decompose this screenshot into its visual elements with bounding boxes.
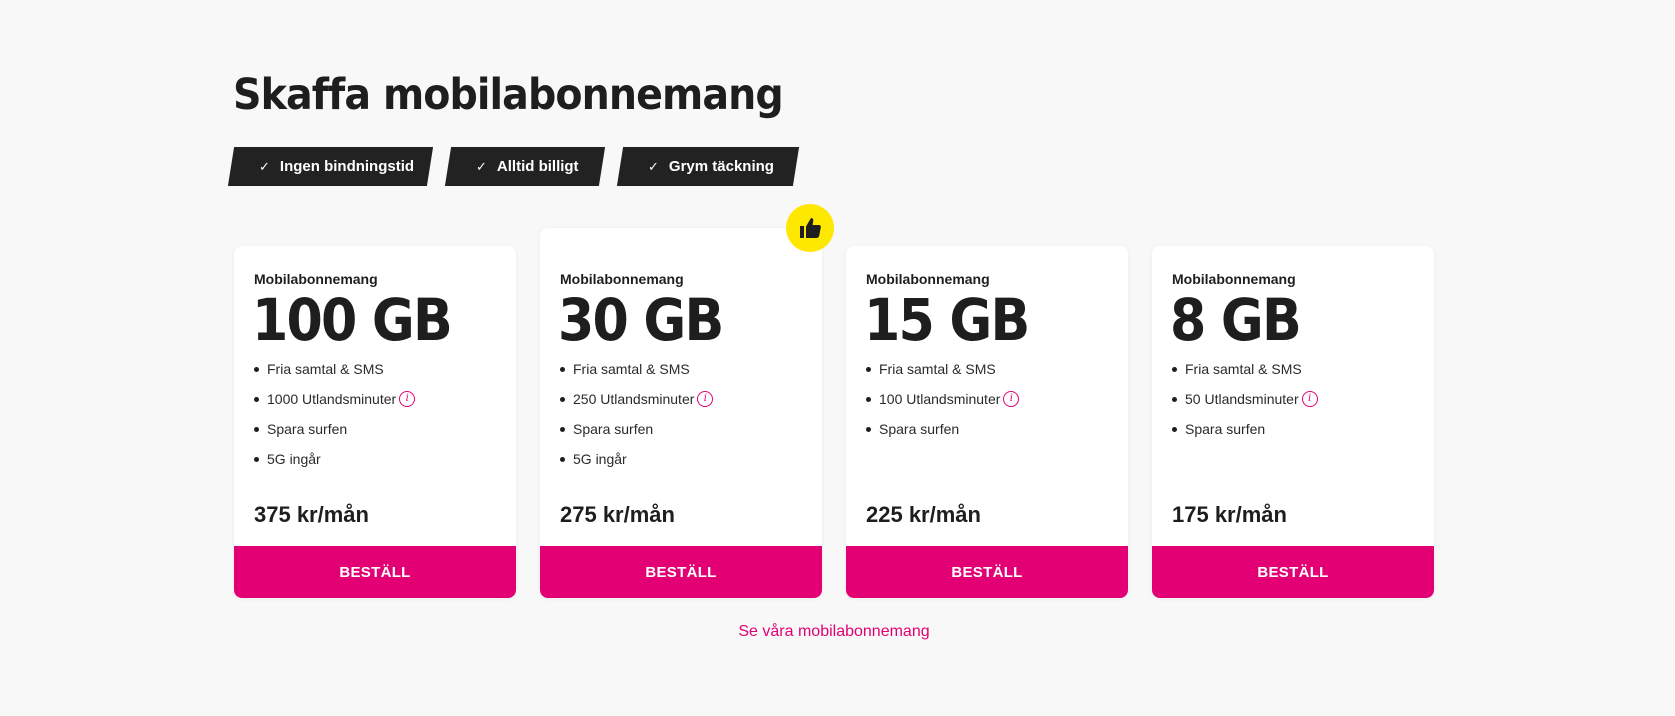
feature-item: Spara surfen <box>254 414 415 444</box>
plan-card-30gb: Mobilabonnemang 30 GB Fria samtal & SMS … <box>540 228 822 598</box>
see-plans-link[interactable]: Se våra mobilabonnemang <box>0 623 1668 641</box>
bullet <box>560 426 565 432</box>
plan-label: Mobilabonnemang <box>560 271 684 287</box>
bullet <box>866 396 871 402</box>
plan-price: 225 kr/mån <box>866 502 981 527</box>
feature-item: Fria samtal & SMS <box>1172 354 1318 384</box>
plan-data-amount: 15 GB <box>864 286 1030 354</box>
feature-item: 250 Utlandsminuter i <box>560 384 714 414</box>
plan-card-100gb: Mobilabonnemang 100 GB Fria samtal & SMS… <box>234 246 516 598</box>
feature-list: Fria samtal & SMS 50 Utlandsminuter i Spa… <box>1172 354 1318 444</box>
feature-item: 100 Utlandsminuter i <box>866 384 1020 414</box>
check-icon: ✓ <box>648 158 659 174</box>
bullet <box>1172 396 1177 402</box>
usp-label: Alltid billigt <box>496 158 579 175</box>
plan-data-amount: 30 GB <box>558 286 724 354</box>
feature-item: Fria samtal & SMS <box>866 354 1019 384</box>
check-icon: ✓ <box>259 158 270 174</box>
feature-item: 50 Utlandsminuter i <box>1172 384 1318 414</box>
plan-data-amount: 8 GB <box>1170 286 1302 354</box>
feature-item: 1000 Utlandsminuter i <box>254 384 416 414</box>
usp-label: Ingen bindningstid <box>279 158 415 175</box>
usp-list: ✓ Ingen bindningstid ✓ Alltid billigt ✓ … <box>227 147 800 186</box>
bullet <box>1172 426 1177 432</box>
bullet <box>866 426 871 432</box>
order-button[interactable]: BESTÄLL <box>540 546 822 598</box>
info-icon[interactable]: i <box>1301 391 1318 407</box>
plan-card-15gb: Mobilabonnemang 15 GB Fria samtal & SMS … <box>846 246 1128 598</box>
bullet <box>560 366 565 372</box>
plan-label: Mobilabonnemang <box>866 271 990 287</box>
feature-list: Fria samtal & SMS 100 Utlandsminuter i Sp… <box>866 354 1020 444</box>
plan-price: 375 kr/mån <box>254 502 369 527</box>
bullet <box>560 396 565 402</box>
info-icon[interactable]: i <box>1003 391 1020 407</box>
bullet <box>1172 366 1177 372</box>
check-icon: ✓ <box>476 158 487 174</box>
plan-label: Mobilabonnemang <box>254 271 378 287</box>
info-icon[interactable]: i <box>697 391 714 407</box>
bullet <box>866 366 871 372</box>
usp-always-cheap: ✓ Alltid billigt <box>444 147 606 186</box>
bullet <box>254 456 259 462</box>
usp-label: Grym täckning <box>668 158 774 175</box>
feature-item: Spara surfen <box>866 414 1019 444</box>
plan-price: 175 kr/mån <box>1172 502 1287 527</box>
feature-item: Spara surfen <box>560 414 713 444</box>
feature-item: Fria samtal & SMS <box>560 354 713 384</box>
thumbs-up-icon <box>800 218 821 238</box>
feature-list: Fria samtal & SMS 1000 Utlandsminuter i S… <box>254 354 416 474</box>
feature-item: Fria samtal & SMS <box>254 354 415 384</box>
plan-label: Mobilabonnemang <box>1172 271 1296 287</box>
order-button[interactable]: BESTÄLL <box>1152 546 1434 598</box>
bullet <box>254 366 259 372</box>
plan-data-amount: 100 GB <box>252 286 453 354</box>
feature-item: Spara surfen <box>1172 414 1318 444</box>
feature-list: Fria samtal & SMS 250 Utlandsminuter i Sp… <box>560 354 714 474</box>
page-title: Skaffa mobilabonnemang <box>233 70 784 120</box>
bullet <box>560 456 565 462</box>
plan-price: 275 kr/mån <box>560 502 675 527</box>
plan-card-8gb: Mobilabonnemang 8 GB Fria samtal & SMS 5… <box>1152 246 1434 598</box>
info-icon[interactable]: i <box>399 391 416 407</box>
usp-coverage: ✓ Grym täckning <box>616 147 800 186</box>
feature-item: 5G ingår <box>560 444 713 474</box>
order-button[interactable]: BESTÄLL <box>234 546 516 598</box>
recommended-badge <box>786 204 834 252</box>
bullet <box>254 426 259 432</box>
bullet <box>254 396 259 402</box>
order-button[interactable]: BESTÄLL <box>846 546 1128 598</box>
usp-no-binding: ✓ Ingen bindningstid <box>227 147 434 186</box>
feature-item: 5G ingår <box>254 444 415 474</box>
